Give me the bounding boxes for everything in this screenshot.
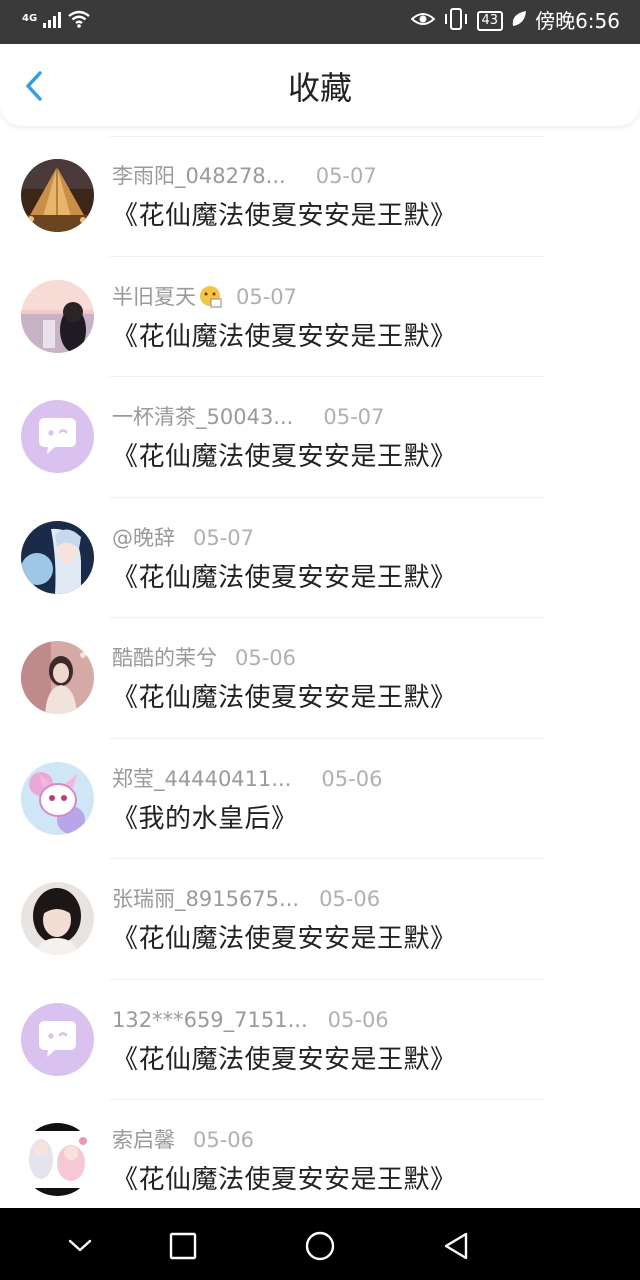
user-name: 酷酷的茉兮 bbox=[112, 646, 217, 670]
page-title: 收藏 bbox=[287, 69, 352, 107]
item-date: 05-07 bbox=[315, 164, 377, 188]
clock: 傍晚6:56 bbox=[535, 9, 620, 33]
header: 收藏 bbox=[0, 44, 640, 126]
item-date: 05-06 bbox=[235, 646, 297, 670]
item-title: 《花仙魔法使夏安安是王默》 bbox=[112, 201, 457, 231]
user-name: 一杯清茶_50043... bbox=[112, 405, 294, 429]
item-date: 05-06 bbox=[193, 1128, 255, 1152]
user-name: 半旧夏天 bbox=[112, 284, 196, 309]
leaf-icon bbox=[511, 10, 527, 32]
list-item[interactable]: 张瑞丽_8915675... 05-06 《花仙魔法使夏安安是王默》 bbox=[0, 859, 640, 980]
system-nav-bar bbox=[0, 1208, 640, 1280]
status-bar: 4G 43 傍晚6:56 bbox=[0, 0, 640, 44]
battery-icon: 43 bbox=[476, 11, 504, 31]
vibrate-icon bbox=[443, 8, 469, 34]
avatar[interactable] bbox=[21, 1123, 94, 1196]
avatar[interactable] bbox=[21, 279, 94, 353]
list-item[interactable]: 酷酷的茉兮 05-06 《花仙魔法使夏安安是王默》 bbox=[0, 618, 640, 739]
emoji-icon bbox=[198, 284, 222, 308]
item-title: 《花仙魔法使夏安安是王默》 bbox=[112, 442, 457, 472]
user-name: 索启馨 bbox=[112, 1128, 175, 1152]
item-meta: 132***659_7151... 05-06 bbox=[112, 1006, 389, 1034]
list-item[interactable]: 132***659_7151... 05-06 《花仙魔法使夏安安是王默》 bbox=[0, 980, 640, 1101]
item-date: 05-06 bbox=[319, 887, 381, 911]
nav-back-icon[interactable] bbox=[436, 1226, 476, 1266]
list-item[interactable]: 李雨阳_048278... 05-07 《花仙魔法使夏安安是王默》 bbox=[0, 136, 640, 257]
avatar[interactable] bbox=[21, 159, 94, 232]
user-name: 李雨阳_048278... bbox=[112, 164, 286, 188]
user-name: 张瑞丽_8915675... bbox=[112, 887, 300, 911]
item-title: 《花仙魔法使夏安安是王默》 bbox=[112, 1044, 457, 1075]
item-title: 《花仙魔法使夏安安是王默》 bbox=[112, 924, 457, 954]
item-meta: 一杯清茶_50043... 05-07 bbox=[112, 403, 384, 431]
item-meta: 郑莹_44440411... 05-06 bbox=[112, 765, 382, 793]
list-item[interactable]: 一杯清茶_50043... 05-07 《花仙魔法使夏安安是王默》 bbox=[0, 377, 640, 498]
default-chat-avatar[interactable] bbox=[21, 1002, 94, 1076]
item-title: 《花仙魔法使夏安安是王默》 bbox=[112, 321, 457, 352]
item-date: 05-06 bbox=[321, 766, 383, 791]
nav-recents-icon[interactable] bbox=[163, 1226, 203, 1266]
wifi-icon bbox=[67, 10, 91, 32]
avatar[interactable] bbox=[21, 761, 94, 835]
nav-collapse-icon[interactable] bbox=[60, 1226, 100, 1266]
item-meta: 半旧夏天 05-07 bbox=[112, 283, 297, 311]
list-item[interactable]: 半旧夏天 05-07 《花仙魔法使夏安安是王默》 bbox=[0, 257, 640, 378]
item-title: 《我的水皇后》 bbox=[112, 803, 298, 834]
avatar[interactable] bbox=[21, 882, 94, 955]
list-item[interactable]: 索启馨 05-06 《花仙魔法使夏安安是王默》 bbox=[0, 1100, 640, 1221]
item-date: 05-07 bbox=[323, 405, 385, 429]
avatar[interactable] bbox=[21, 520, 94, 594]
item-meta: @晚辞 05-07 bbox=[112, 524, 254, 552]
item-title: 《花仙魔法使夏安安是王默》 bbox=[112, 562, 457, 593]
user-name: @晚辞 bbox=[112, 525, 175, 550]
item-title: 《花仙魔法使夏安安是王默》 bbox=[112, 683, 457, 713]
avatar[interactable] bbox=[21, 641, 94, 714]
eye-icon bbox=[410, 10, 436, 32]
nav-home-icon[interactable] bbox=[300, 1226, 340, 1266]
signal-icon bbox=[43, 12, 62, 32]
favorites-list: 李雨阳_048278... 05-07 《花仙魔法使夏安安是王默》 半旧夏天 0… bbox=[0, 136, 640, 1221]
item-meta: 酷酷的茉兮 05-06 bbox=[112, 644, 296, 672]
item-date: 05-07 bbox=[193, 525, 255, 550]
user-name: 132***659_7151... bbox=[112, 1007, 308, 1032]
list-item[interactable]: 郑莹_44440411... 05-06 《我的水皇后》 bbox=[0, 739, 640, 860]
item-meta: 李雨阳_048278... 05-07 bbox=[112, 162, 377, 190]
status-left: 4G bbox=[22, 10, 91, 32]
item-meta: 张瑞丽_8915675... 05-06 bbox=[112, 885, 380, 913]
item-meta: 索启馨 05-06 bbox=[112, 1126, 254, 1154]
user-name: 郑莹_44440411... bbox=[112, 766, 292, 791]
network-type: 4G bbox=[22, 13, 38, 24]
item-date: 05-07 bbox=[236, 284, 298, 309]
list-item[interactable]: @晚辞 05-07 《花仙魔法使夏安安是王默》 bbox=[0, 498, 640, 619]
item-title: 《花仙魔法使夏安安是王默》 bbox=[112, 1165, 457, 1195]
item-date: 05-06 bbox=[327, 1007, 389, 1032]
status-right: 43 傍晚6:56 bbox=[410, 8, 620, 34]
default-chat-avatar[interactable] bbox=[21, 400, 94, 473]
